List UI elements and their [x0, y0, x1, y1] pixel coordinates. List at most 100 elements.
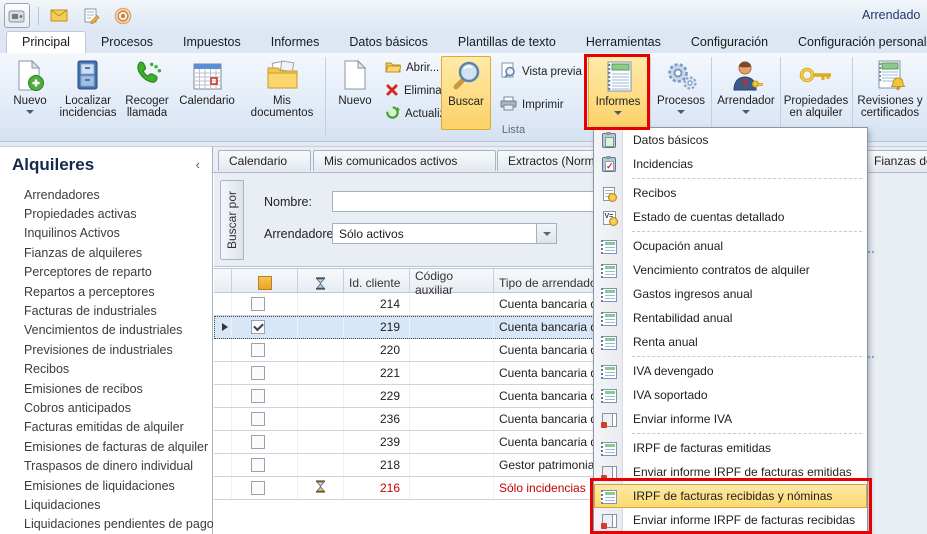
menu-item-enviar-informe-iva[interactable]: Enviar informe IVA	[594, 407, 867, 431]
row-selector-cell[interactable]	[214, 316, 232, 338]
dropdown-button[interactable]	[536, 224, 556, 243]
ribbon-tab-impuestos[interactable]: Impuestos	[168, 32, 256, 53]
menu-item-rentabilidad-anual[interactable]: Rentabilidad anual	[594, 306, 867, 330]
buscar-por-tab[interactable]: Buscar por	[220, 180, 244, 260]
checkbox-cell[interactable]	[232, 477, 298, 499]
sidebar-item-liquidaciones[interactable]: Liquidaciones	[24, 495, 208, 514]
my-documents-button[interactable]: Mis documentos	[242, 56, 322, 128]
app-icon[interactable]	[4, 3, 30, 28]
procesos-button[interactable]: Procesos	[653, 56, 709, 128]
open-button[interactable]: Abrir...	[385, 58, 439, 78]
row-checkbox[interactable]	[251, 320, 265, 334]
ribbon-tab-procesos[interactable]: Procesos	[86, 32, 168, 53]
menu-item-enviar-informe-irpf-de-facturas-recibidas[interactable]: Enviar informe IRPF de facturas recibida…	[594, 508, 867, 532]
sidebar-collapse-icon[interactable]: ‹	[196, 157, 200, 172]
select-all-checkbox[interactable]	[258, 276, 272, 290]
row-checkbox[interactable]	[251, 458, 265, 472]
mail-icon[interactable]	[47, 4, 71, 27]
sidebar-item-perceptores-de-reparto[interactable]: Perceptores de reparto	[24, 263, 208, 282]
row-checkbox[interactable]	[251, 435, 265, 449]
row-selector-cell[interactable]	[214, 362, 232, 384]
checkbox-cell[interactable]	[232, 293, 298, 315]
menu-item-vencimiento-contratos-de-alquiler[interactable]: Vencimiento contratos de alquiler	[594, 258, 867, 282]
sidebar-item-emisiones-de-liquidaciones[interactable]: Emisiones de liquidaciones	[24, 476, 208, 495]
tab-fianzas[interactable]: Fianzas de a	[863, 150, 927, 171]
row-selector-cell[interactable]	[214, 454, 232, 476]
sidebar-item-emisiones-de-facturas-de-alquiler[interactable]: Emisiones de facturas de alquiler	[24, 437, 208, 456]
menu-item-enviar-informe-irpf-de-facturas-emitidas[interactable]: Enviar informe IRPF de facturas emitidas	[594, 460, 867, 484]
row-checkbox[interactable]	[251, 297, 265, 311]
notes-pencil-icon[interactable]	[79, 4, 103, 27]
new-button[interactable]: Nuevo	[6, 56, 54, 128]
ribbon-tab-plantillas-de-texto[interactable]: Plantillas de texto	[443, 32, 571, 53]
ribbon-tab-configuraci-n[interactable]: Configuración	[676, 32, 783, 53]
row-selector-cell[interactable]	[214, 431, 232, 453]
sidebar-item-inquilinos-activos[interactable]: Inquilinos Activos	[24, 224, 208, 243]
sidebar-item-repartos-a-perceptores[interactable]: Repartos a perceptores	[24, 282, 208, 301]
broadcast-icon[interactable]	[111, 4, 135, 27]
sidebar-item-emisiones-de-recibos[interactable]: Emisiones de recibos	[24, 379, 208, 398]
revisiones-certificados-button[interactable]: Revisiones y certificados	[855, 56, 925, 128]
sidebar-item-propiedades-activas[interactable]: Propiedades activas	[24, 204, 208, 223]
menu-item-iva-devengado[interactable]: IVA devengado	[594, 359, 867, 383]
arrendadores-select[interactable]: Sólo activos	[332, 223, 557, 244]
checkbox-cell[interactable]	[232, 385, 298, 407]
sidebar-item-recibos[interactable]: Recibos	[24, 360, 208, 379]
menu-item-incidencias[interactable]: Incidencias	[594, 152, 867, 176]
row-selector-cell[interactable]	[214, 293, 232, 315]
cell-id-cliente: 220	[344, 339, 410, 361]
sidebar-item-vencimientos-de-industriales[interactable]: Vencimientos de industriales	[24, 321, 208, 340]
menu-item-irpf-de-facturas-recibidas-y-n-minas[interactable]: IRPF de facturas recibidas y nóminas	[594, 484, 867, 508]
row-checkbox[interactable]	[251, 412, 265, 426]
sidebar-item-traspasos-de-dinero-individual[interactable]: Traspasos de dinero individual	[24, 456, 208, 475]
sidebar-item-facturas-de-industriales[interactable]: Facturas de industriales	[24, 301, 208, 320]
menu-item-ocupaci-n-anual[interactable]: Ocupación anual	[594, 234, 867, 258]
calendar-button[interactable]: Calendario	[174, 56, 240, 128]
menu-item-gastos-ingresos-anual[interactable]: Gastos ingresos anual	[594, 282, 867, 306]
ribbon-tab-principal[interactable]: Principal	[6, 31, 86, 53]
menu-item-iva-soportado[interactable]: IVA soportado	[594, 383, 867, 407]
preview-button[interactable]: Vista previa	[500, 62, 582, 82]
ribbon-tab-informes[interactable]: Informes	[256, 32, 335, 53]
informes-button[interactable]: Informes	[588, 56, 648, 130]
row-checkbox[interactable]	[251, 343, 265, 357]
menu-item-datos-b-sicos[interactable]: Datos básicos	[594, 128, 867, 152]
locate-incidents-button[interactable]: Localizar incidencias	[57, 56, 119, 128]
menu-item-irpf-de-facturas-emitidas[interactable]: IRPF de facturas emitidas	[594, 436, 867, 460]
checkbox-cell[interactable]	[232, 431, 298, 453]
sidebar-item-liquidaciones-pendientes-de-pago[interactable]: Liquidaciones pendientes de pago /...	[24, 515, 208, 534]
menu-item-renta-anual[interactable]: Renta anual	[594, 330, 867, 354]
row-checkbox[interactable]	[251, 481, 265, 495]
arrendador-button[interactable]: Arrendador	[714, 56, 778, 128]
menu-item-estado-de-cuentas-detallado[interactable]: Estado de cuentas detallado	[594, 205, 867, 229]
delete-button[interactable]: Eliminar	[385, 81, 446, 101]
row-checkbox[interactable]	[251, 389, 265, 403]
tab-mis-comunicados-activos[interactable]: Mis comunicados activos	[313, 150, 496, 171]
ribbon-tab-herramientas[interactable]: Herramientas	[571, 32, 676, 53]
checkbox-cell[interactable]	[232, 316, 298, 338]
row-checkbox[interactable]	[251, 366, 265, 380]
row-selector-cell[interactable]	[214, 408, 232, 430]
blank-document-icon	[342, 57, 368, 93]
sidebar-item-facturas-emitidas-de-alquiler[interactable]: Facturas emitidas de alquiler	[24, 418, 208, 437]
sidebar-item-arrendadores[interactable]: Arrendadores	[24, 185, 208, 204]
row-selector-cell[interactable]	[214, 477, 232, 499]
print-button[interactable]: Imprimir	[500, 95, 564, 115]
row-selector-cell[interactable]	[214, 385, 232, 407]
checkbox-cell[interactable]	[232, 362, 298, 384]
ribbon-tab-configuraci-n-personal[interactable]: Configuración personal	[783, 32, 927, 53]
ribbon-tab-datos-b-sicos[interactable]: Datos básicos	[334, 32, 443, 53]
checkbox-cell[interactable]	[232, 454, 298, 476]
row-selector-cell[interactable]	[214, 339, 232, 361]
sidebar-item-previsiones-de-industriales[interactable]: Previsiones de industriales	[24, 340, 208, 359]
search-button[interactable]: Buscar	[441, 56, 491, 130]
checkbox-cell[interactable]	[232, 408, 298, 430]
sidebar-item-cobros-anticipados[interactable]: Cobros anticipados	[24, 398, 208, 417]
checkbox-cell[interactable]	[232, 339, 298, 361]
sidebar-item-fianzas-de-alquileres[interactable]: Fianzas de alquileres	[24, 243, 208, 262]
tab-calendario[interactable]: Calendario	[218, 150, 311, 171]
propiedades-en-alquiler-button[interactable]: Propiedades en alquiler	[783, 56, 849, 128]
menu-item-recibos[interactable]: Recibos	[594, 181, 867, 205]
pickup-call-button[interactable]: Recoger llamada	[121, 56, 173, 128]
new-record-button[interactable]: Nuevo	[329, 56, 381, 128]
